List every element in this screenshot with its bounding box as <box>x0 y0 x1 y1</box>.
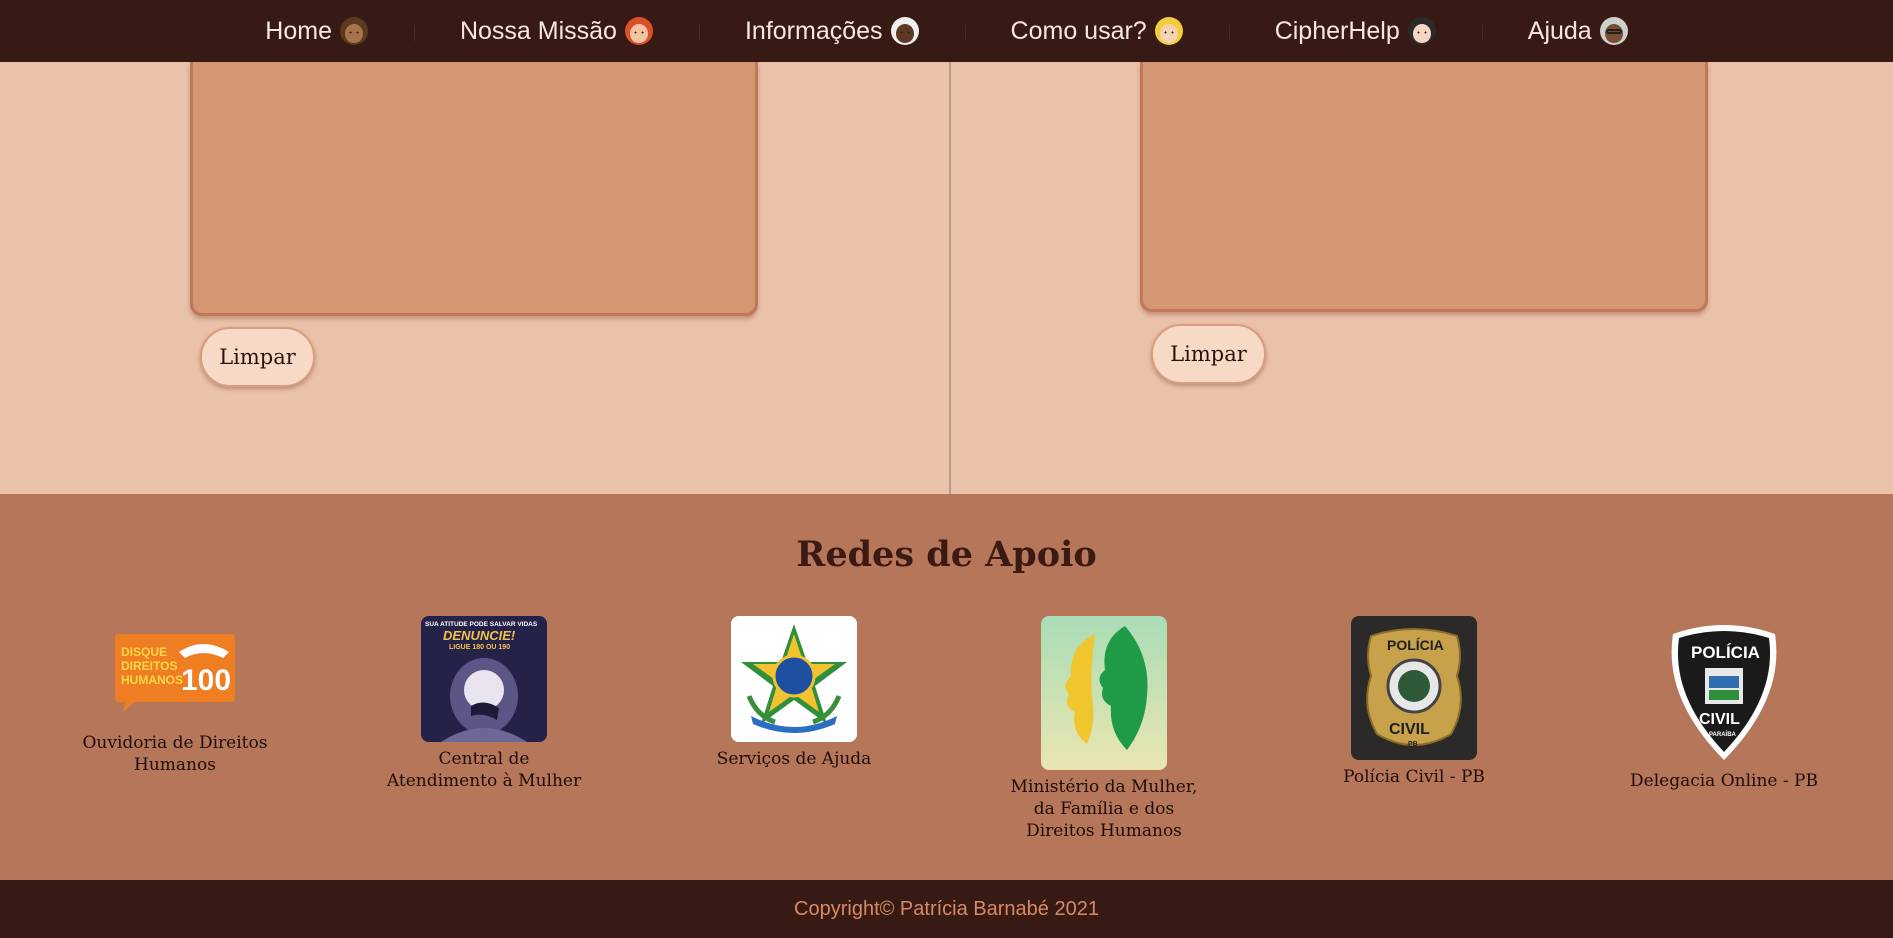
nav-item-nossa-missao[interactable]: Nossa Missão <box>413 16 699 46</box>
nav-item-label: Home <box>265 16 332 45</box>
support-card-ministerio-mulher[interactable]: Ministério da Mulher, da Família e dos D… <box>989 616 1219 842</box>
ministerio-mulher-logo <box>1041 616 1167 770</box>
svg-text:PARAÍBA: PARAÍBA <box>1709 730 1737 738</box>
nav-item-label: CipherHelp <box>1274 16 1400 45</box>
svg-text:100: 100 <box>181 664 231 697</box>
top-navigation: Home Nossa Missão Informações Como usar?… <box>0 0 1893 62</box>
right-textarea[interactable] <box>1140 62 1708 312</box>
nav-item-ajuda[interactable]: Ajuda <box>1481 16 1674 46</box>
disque-100-logo: DISQUE DIREITOS HUMANOS 100 <box>113 632 237 714</box>
support-card-label: Serviços de Ajuda <box>716 749 872 769</box>
support-card-label: Central de Atendimento à Mulher <box>386 749 582 791</box>
woman-white-hair-dark-skin-icon <box>890 17 919 45</box>
support-networks-section: Redes de Apoio DISQUE DIREITOS HUMANOS 1… <box>0 494 1893 880</box>
svg-text:POLÍCIA: POLÍCIA <box>1387 637 1444 653</box>
copyright-text: Copyright© Patrícia Barnabé 2021 <box>794 897 1099 920</box>
support-card-label: Ouvidoria de Direitos Humanos <box>82 733 268 775</box>
right-clear-button[interactable]: Limpar <box>1151 324 1266 384</box>
svg-text:CIVIL: CIVIL <box>1699 711 1740 728</box>
svg-text:POLÍCIA: POLÍCIA <box>1691 643 1760 662</box>
nav-item-label: Nossa Missão <box>459 16 617 45</box>
left-textarea[interactable] <box>190 62 758 316</box>
footer: Copyright© Patrícia Barnabé 2021 <box>0 880 1893 938</box>
svg-text:DISQUE: DISQUE <box>121 645 167 659</box>
support-card-label: Delegacia Online - PB <box>1630 771 1818 791</box>
support-card-label: Polícia Civil - PB <box>1343 767 1485 787</box>
support-card-central-atendimento-mulher[interactable]: SUA ATITUDE PODE SALVAR VIDAS DENUNCIE! … <box>369 616 599 792</box>
svg-text:DIREITOS: DIREITOS <box>121 659 177 673</box>
support-card-servicos-ajuda[interactable]: Serviços de Ajuda <box>679 616 909 770</box>
nav-item-home[interactable]: Home <box>219 17 414 46</box>
svg-text:DENUNCIE!: DENUNCIE! <box>443 628 516 643</box>
woman-dark-hair-icon <box>1407 17 1436 45</box>
support-card-label: Ministério da Mulher, da Família e dos D… <box>1010 777 1198 841</box>
woman-red-hair-icon <box>624 17 653 45</box>
svg-text:SUA ATITUDE PODE SALVAR VIDAS: SUA ATITUDE PODE SALVAR VIDAS <box>425 621 538 628</box>
svg-text:HUMANOS: HUMANOS <box>121 673 183 687</box>
left-clear-button[interactable]: Limpar <box>200 327 315 387</box>
nav-item-cipherhelp[interactable]: CipherHelp <box>1228 16 1482 46</box>
nav-item-label: Informações <box>744 16 883 45</box>
nav-item-label: Ajuda <box>1527 16 1592 45</box>
denuncie-logo: SUA ATITUDE PODE SALVAR VIDAS DENUNCIE! … <box>421 616 547 742</box>
svg-text:CIVIL: CIVIL <box>1389 721 1430 738</box>
support-card-ouvidoria[interactable]: DISQUE DIREITOS HUMANOS 100 Ouvidoria de… <box>60 632 290 776</box>
brazil-coat-of-arms-logo <box>731 616 857 742</box>
support-card-policia-civil-pb[interactable]: POLÍCIA CIVIL PB Polícia Civil - PB <box>1299 616 1529 788</box>
nav-item-label: Como usar? <box>1010 16 1147 45</box>
old-woman-glasses-icon <box>1599 17 1628 45</box>
nav-item-informacoes[interactable]: Informações <box>698 16 965 46</box>
policia-civil-paraiba-logo: POLÍCIA CIVIL PARAÍBA <box>1661 618 1787 762</box>
woman-blonde-icon <box>1154 17 1183 45</box>
main-area: Limpar Limpar <box>0 62 1893 494</box>
section-title: Redes de Apoio <box>796 534 1097 575</box>
column-divider <box>949 62 951 494</box>
svg-text:LIGUE 180 OU 190: LIGUE 180 OU 190 <box>449 644 510 651</box>
support-card-delegacia-online-pb[interactable]: POLÍCIA CIVIL PARAÍBA Delegacia Online -… <box>1609 618 1839 792</box>
nav-item-como-usar[interactable]: Como usar? <box>964 16 1229 46</box>
policia-civil-badge-logo: POLÍCIA CIVIL PB <box>1351 616 1477 760</box>
woman-medium-dark-skin-icon <box>339 17 368 45</box>
svg-text:PB: PB <box>1408 741 1418 748</box>
